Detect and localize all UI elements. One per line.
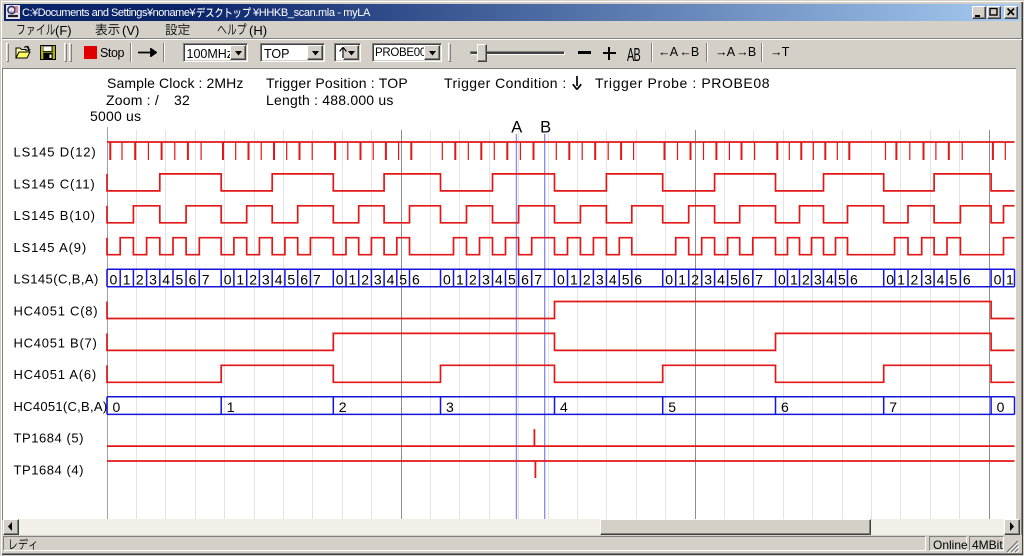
svg-text:2: 2 (802, 271, 810, 287)
svg-text:4: 4 (717, 271, 725, 287)
svg-text:1: 1 (1006, 271, 1014, 287)
svg-text:2: 2 (583, 271, 591, 287)
svg-text:1: 1 (123, 271, 131, 287)
svg-text:1: 1 (349, 271, 357, 287)
svg-text:HC4051(C,B,A): HC4051(C,B,A) (14, 399, 108, 414)
svg-text:HC4051 B(7): HC4051 B(7) (14, 335, 98, 350)
svg-text:LS145 C(11): LS145 C(11) (14, 176, 96, 191)
svg-text:3: 3 (149, 271, 157, 287)
svg-text:7: 7 (313, 271, 321, 287)
svg-text:2: 2 (249, 271, 257, 287)
svg-text:3: 3 (446, 399, 454, 415)
svg-text:0: 0 (997, 399, 1005, 415)
svg-text:4: 4 (495, 271, 503, 287)
svg-text:0: 0 (113, 399, 121, 415)
svg-text:6: 6 (963, 271, 971, 287)
svg-text:0: 0 (994, 271, 1002, 287)
svg-text:0: 0 (665, 271, 673, 287)
svg-text:4: 4 (560, 399, 568, 415)
svg-text:0: 0 (886, 271, 894, 287)
svg-text:6: 6 (521, 271, 529, 287)
svg-text:LS145 D(12): LS145 D(12) (14, 145, 97, 160)
svg-text:7: 7 (755, 271, 763, 287)
svg-text:7: 7 (202, 271, 210, 287)
svg-text:3: 3 (374, 271, 382, 287)
svg-text:0: 0 (778, 271, 786, 287)
svg-text:3: 3 (924, 271, 932, 287)
svg-text:A: A (511, 119, 522, 137)
svg-text:1: 1 (897, 271, 905, 287)
svg-text:1: 1 (456, 271, 464, 287)
svg-text:0: 0 (110, 271, 118, 287)
svg-text:3: 3 (596, 271, 604, 287)
svg-text:5: 5 (950, 271, 958, 287)
svg-text:5: 5 (399, 271, 407, 287)
svg-text:5: 5 (668, 399, 676, 415)
svg-text:6: 6 (850, 271, 858, 287)
svg-text:0: 0 (224, 271, 232, 287)
svg-text:5: 5 (287, 271, 295, 287)
svg-text:6: 6 (189, 271, 197, 287)
svg-text:HC4051 C(8): HC4051 C(8) (14, 304, 99, 319)
svg-text:6: 6 (300, 271, 308, 287)
svg-text:3: 3 (704, 271, 712, 287)
svg-text:6: 6 (634, 271, 642, 287)
svg-text:1: 1 (790, 271, 798, 287)
svg-text:6: 6 (742, 271, 750, 287)
svg-text:0: 0 (557, 271, 565, 287)
svg-text:2: 2 (911, 271, 919, 287)
svg-text:4: 4 (937, 271, 945, 287)
svg-text:5: 5 (622, 271, 630, 287)
svg-text:5: 5 (838, 271, 846, 287)
svg-text:3: 3 (262, 271, 270, 287)
svg-text:6: 6 (412, 271, 420, 287)
svg-text:2: 2 (339, 399, 347, 415)
svg-text:B: B (540, 119, 551, 137)
svg-text:LS145 A(9): LS145 A(9) (14, 240, 88, 255)
svg-text:TP1684 (4): TP1684 (4) (14, 463, 85, 478)
svg-text:LS145(C,B,A): LS145(C,B,A) (14, 272, 99, 287)
svg-text:2: 2 (691, 271, 699, 287)
svg-text:4: 4 (162, 271, 170, 287)
svg-text:HC4051 A(6): HC4051 A(6) (14, 367, 97, 382)
svg-text:0: 0 (336, 271, 344, 287)
svg-text:2: 2 (469, 271, 477, 287)
svg-text:6: 6 (781, 399, 789, 415)
svg-text:1: 1 (236, 271, 244, 287)
svg-text:4: 4 (826, 271, 834, 287)
svg-text:7: 7 (534, 271, 542, 287)
svg-text:7: 7 (889, 399, 897, 415)
svg-text:0: 0 (443, 271, 451, 287)
svg-text:5: 5 (176, 271, 184, 287)
svg-text:5: 5 (508, 271, 516, 287)
svg-text:1: 1 (678, 271, 686, 287)
svg-text:3: 3 (814, 271, 822, 287)
svg-text:LS145 B(10): LS145 B(10) (14, 208, 96, 223)
svg-text:5: 5 (730, 271, 738, 287)
svg-text:4: 4 (275, 271, 283, 287)
svg-text:1: 1 (227, 399, 235, 415)
svg-text:1: 1 (570, 271, 578, 287)
svg-text:TP1684 (5): TP1684 (5) (14, 431, 85, 446)
svg-text:4: 4 (387, 271, 395, 287)
svg-text:2: 2 (361, 271, 369, 287)
svg-text:4: 4 (609, 271, 617, 287)
svg-text:3: 3 (482, 271, 490, 287)
svg-text:2: 2 (136, 271, 144, 287)
